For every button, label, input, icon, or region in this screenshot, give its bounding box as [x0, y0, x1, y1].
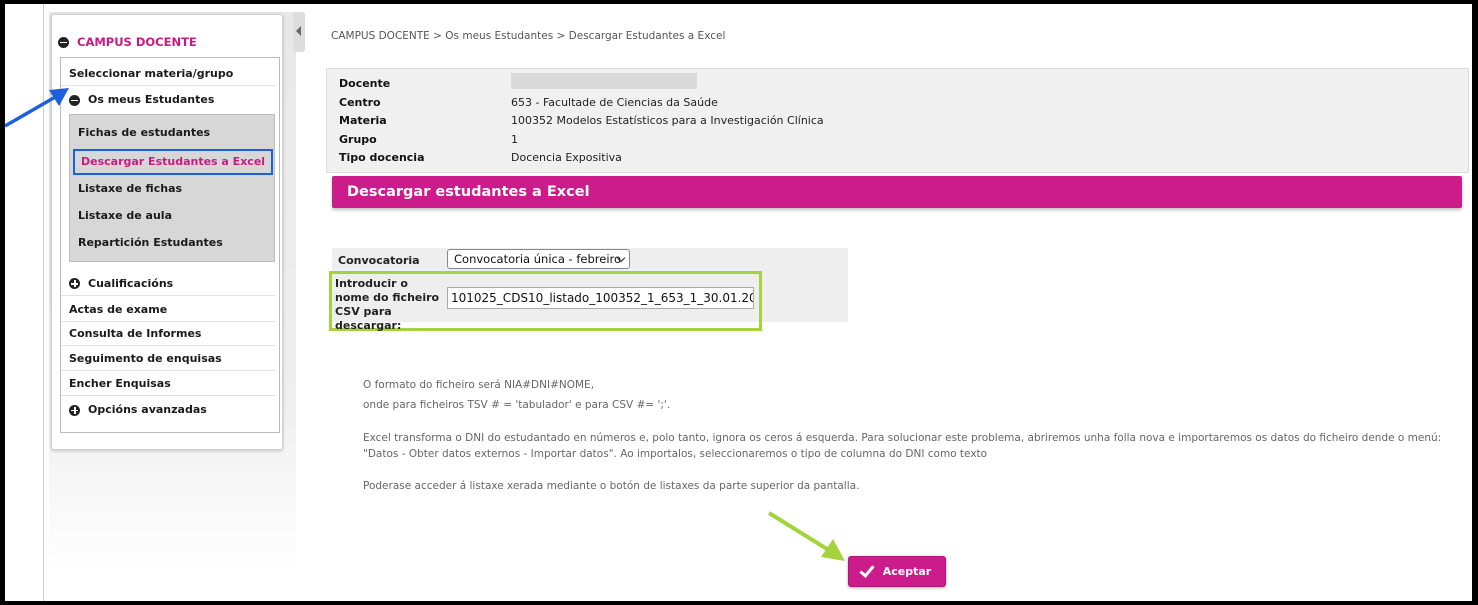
- sidebar-menu-card: CAMPUS DOCENTE Seleccionar materia/grupo…: [51, 14, 283, 450]
- info-label: Grupo: [339, 133, 377, 146]
- sidebar-item-seguimento[interactable]: Seguimento de enquisas: [61, 347, 275, 371]
- sidebar-title-label: CAMPUS DOCENTE: [77, 35, 197, 49]
- expand-plus-icon: [69, 404, 80, 416]
- sidebar-item-seleccionar-materia[interactable]: Seleccionar materia/grupo: [61, 62, 275, 86]
- help-text-3: Excel transforma o DNI do estudantado en…: [363, 432, 1442, 460]
- expand-plus-icon: [69, 278, 80, 289]
- info-value: 653 - Facultade de Ciencias da Saúde: [511, 96, 718, 109]
- convocatoria-select[interactable]: Convocatoria única - febreiro: [447, 249, 630, 269]
- sidebar-title[interactable]: CAMPUS DOCENTE: [58, 35, 197, 49]
- sidebar-collapse-handle[interactable]: [293, 12, 305, 52]
- info-row-centro: Centro 653 - Facultade de Ciencias da Sa…: [339, 96, 718, 109]
- filename-input[interactable]: 101025_CDS10_listado_100352_1_653_1_30.0…: [447, 287, 754, 309]
- accept-button[interactable]: Aceptar: [848, 556, 946, 587]
- sidebar-item-opcions[interactable]: Opcións avanzadas: [61, 398, 275, 422]
- sidebar-item-label: Seguimento de enquisas: [69, 351, 222, 365]
- green-arrow-icon: [767, 511, 845, 561]
- sidebar-item-label: Consulta de Informes: [69, 326, 202, 340]
- info-label: Tipo docencia: [339, 151, 425, 164]
- sidebar-item-label: Seleccionar materia/grupo: [69, 66, 234, 80]
- info-panel: Docente Centro 653 - Facultade de Cienci…: [326, 68, 1469, 173]
- info-label: Docente: [339, 77, 391, 90]
- info-row-tipo: Tipo docencia Docencia Expositiva: [339, 151, 622, 164]
- sidebar-item-label: Os meus Estudantes: [88, 93, 215, 106]
- sidebar-menu: Seleccionar materia/grupo Os meus Estuda…: [60, 57, 280, 433]
- sidebar-item-label: Actas de exame: [69, 302, 168, 316]
- filename-label: Introducir o nome do ficheiro CSV para d…: [335, 277, 440, 332]
- submenu-item-listaxe-fichas[interactable]: Listaxe de fichas: [78, 179, 182, 199]
- section-title: Descargar estudantes a Excel: [332, 176, 1462, 208]
- collapse-minus-icon: [58, 36, 69, 48]
- sidebar-item-cualificacions[interactable]: Cualificacións: [61, 272, 275, 296]
- sidebar-item-encher[interactable]: Encher Enquisas: [61, 372, 275, 396]
- blue-arrow-icon: [5, 88, 69, 128]
- help-text-1: O formato do ficheiro será NIA#DNI#NOME,: [363, 379, 595, 391]
- sidebar-item-consulta-informes[interactable]: Consulta de Informes: [61, 322, 275, 346]
- sidebar-item-label: Cualificacións: [88, 276, 174, 290]
- help-text-2: onde para ficheiros TSV # = 'tabulador' …: [363, 399, 671, 411]
- submenu-item-fichas[interactable]: Fichas de estudantes: [78, 123, 210, 143]
- submenu-item-listaxe-aula[interactable]: Listaxe de aula: [78, 206, 172, 226]
- sidebar-item-label: Encher Enquisas: [69, 376, 171, 390]
- info-row-docente: Docente: [339, 73, 697, 90]
- sidebar-item-actas[interactable]: Actas de exame: [61, 298, 275, 322]
- info-value: 100352 Modelos Estatísticos para a Inves…: [511, 114, 824, 127]
- sidebar-item-os-meus-estudantes[interactable]: Os meus Estudantes: [61, 88, 275, 112]
- info-value-redacted: [511, 73, 697, 89]
- sidebar-item-label: Opcións avanzadas: [88, 403, 207, 416]
- info-value: 1: [511, 133, 518, 146]
- info-label: Centro: [339, 96, 381, 109]
- submenu-estudantes: Fichas de estudantes Descargar Estudante…: [69, 114, 275, 262]
- info-value: Docencia Expositiva: [511, 151, 622, 164]
- convocatoria-selected-value: Convocatoria única - febreiro: [454, 252, 622, 266]
- checkmark-icon: [859, 561, 875, 578]
- breadcrumb: CAMPUS DOCENTE > Os meus Estudantes > De…: [331, 30, 726, 42]
- submenu-item-reparticion[interactable]: Repartición Estudantes: [78, 233, 223, 253]
- info-row-grupo: Grupo 1: [339, 133, 518, 146]
- chevron-left-icon: [296, 26, 301, 36]
- submenu-item-descargar-excel[interactable]: Descargar Estudantes a Excel: [73, 149, 274, 175]
- convocatoria-label: Convocatoria: [338, 254, 420, 267]
- accept-button-label: Aceptar: [882, 565, 932, 578]
- help-text-4: Poderase acceder á listaxe xerada median…: [363, 480, 860, 492]
- page-frame: CAMPUS DOCENTE Seleccionar materia/grupo…: [5, 4, 1472, 601]
- info-label: Materia: [339, 114, 387, 127]
- info-row-materia: Materia 100352 Modelos Estatísticos para…: [339, 114, 824, 127]
